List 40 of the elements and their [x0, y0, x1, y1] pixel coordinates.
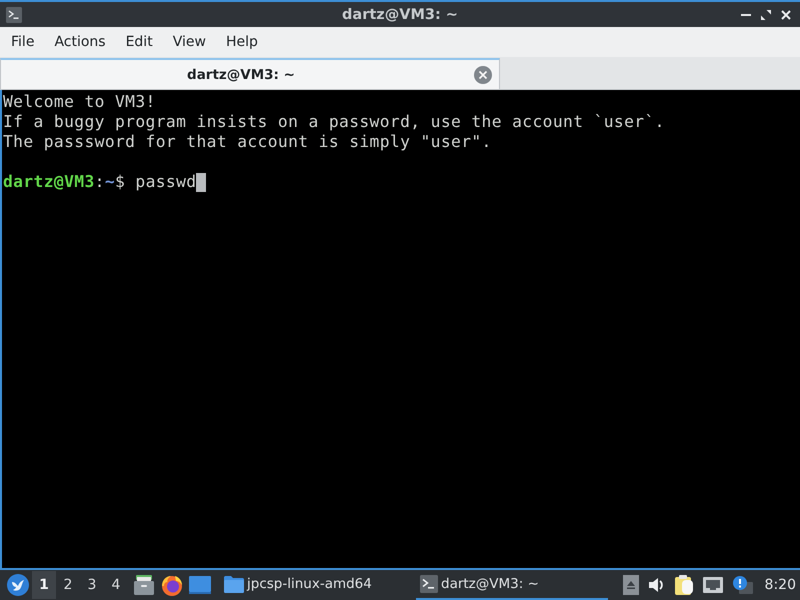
workspace-button[interactable]: 4	[104, 571, 128, 599]
speaker-icon	[648, 577, 665, 593]
menu-item[interactable]: Help	[218, 30, 266, 54]
eject-icon	[622, 575, 639, 595]
volume-button[interactable]	[648, 577, 665, 593]
menu-item[interactable]: File	[3, 30, 42, 54]
notification-alert-icon	[732, 576, 753, 594]
workspace-button[interactable]: 2	[56, 571, 80, 599]
close-icon	[781, 10, 791, 20]
command-prompt-line: dartz@VM3:~$ passwd	[3, 172, 196, 192]
workspace-button[interactable]: 3	[80, 571, 104, 599]
maximize-icon	[761, 10, 771, 20]
clock[interactable]: 8:20	[764, 577, 796, 593]
bird-logo-icon	[7, 574, 29, 596]
clipboard-icon	[674, 575, 693, 595]
terminal-tab[interactable]: dartz@VM3: ~	[0, 58, 500, 89]
network-button[interactable]	[702, 577, 723, 593]
menu-item[interactable]: View	[164, 30, 214, 54]
menu-item[interactable]: Actions	[46, 30, 114, 54]
folder-icon	[224, 576, 244, 592]
window-icon	[189, 576, 211, 594]
close-tab-icon[interactable]	[474, 66, 492, 84]
terminal-output-line: The passsword for that account is simply "user".	[3, 132, 493, 152]
text-cursor	[196, 172, 206, 192]
eject-button[interactable]	[622, 575, 639, 595]
clipboard-button[interactable]	[674, 575, 693, 595]
terminal-output-line: Welcome to VM3!	[3, 92, 157, 112]
network-port-icon	[702, 577, 723, 593]
workspace-button[interactable]: 1	[32, 571, 56, 599]
file-cabinet-icon	[134, 575, 154, 595]
notifications-button[interactable]	[732, 576, 753, 594]
start-menu-button[interactable]	[4, 571, 32, 599]
taskbar-task-button[interactable]: dartz@VM3: ~	[416, 570, 608, 600]
fox-globe-icon	[161, 574, 183, 596]
menu-item[interactable]: Edit	[118, 30, 161, 54]
taskbar-task-button[interactable]: jpcsp-linux-amd64	[220, 570, 412, 600]
window-title: dartz@VM3: ~	[341, 6, 459, 22]
terminal-output-line: If a buggy program insists on a password, use the account `user`.	[3, 112, 666, 132]
terminal-icon	[420, 575, 438, 593]
terminal-icon	[6, 6, 22, 22]
